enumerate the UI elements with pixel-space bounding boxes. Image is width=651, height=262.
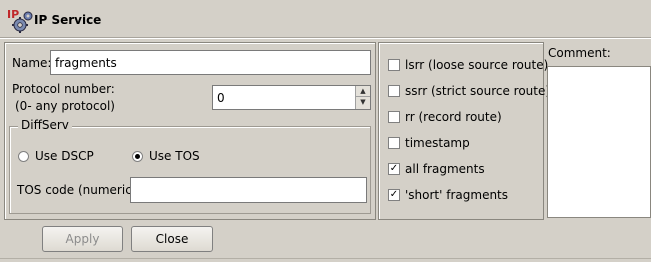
diffserv-legend: DiffServ [18,118,72,132]
option-label[interactable]: all fragments [405,162,485,176]
header-divider [0,38,651,39]
use-dscp-radio[interactable] [18,151,29,162]
option-label[interactable]: lsrr (loose source route) [405,58,548,72]
checkmark-icon: ✓ [389,163,399,174]
comment-label: Comment: [548,46,611,60]
protocol-hint: (0- any protocol) [15,99,115,113]
option-label[interactable]: ssrr (strict source route) [405,84,550,98]
bottom-divider [0,258,651,259]
name-label: Name: [12,56,52,70]
radio-selected-dot [135,154,140,159]
use-tos-label[interactable]: Use TOS [149,149,200,163]
option-label[interactable]: rr (record route) [405,110,502,124]
tos-code-label: TOS code (numeric): [17,183,141,197]
close-button[interactable]: Close [131,226,213,252]
option-checkbox[interactable] [388,137,400,149]
option-checkbox[interactable] [388,111,400,123]
spinner-buttons: ▲ ▼ [355,86,370,109]
spinner-up-icon[interactable]: ▲ [356,86,370,97]
protocol-spinner[interactable]: 0 ▲ ▼ [212,85,371,110]
protocol-label: Protocol number: [12,82,115,96]
checkmark-icon: ✓ [389,189,399,200]
ip-icon-text: IP [7,8,19,21]
option-label[interactable]: 'short' fragments [405,188,508,202]
option-label[interactable]: timestamp [405,136,470,150]
option-checkbox[interactable] [388,59,400,71]
dialog-title: IP Service [34,13,102,27]
comment-textarea[interactable] [547,66,651,218]
ip-service-icon: IP [6,7,34,33]
option-checkbox[interactable]: ✓ [388,163,400,175]
option-checkbox[interactable] [388,85,400,97]
apply-button[interactable]: Apply [42,226,123,252]
tos-code-input[interactable] [130,177,367,203]
name-input[interactable]: fragments [50,50,371,75]
use-tos-radio[interactable] [132,151,143,162]
use-dscp-label[interactable]: Use DSCP [35,149,94,163]
spinner-down-icon[interactable]: ▼ [356,97,370,108]
option-checkbox[interactable]: ✓ [388,189,400,201]
protocol-value: 0 [217,91,225,105]
